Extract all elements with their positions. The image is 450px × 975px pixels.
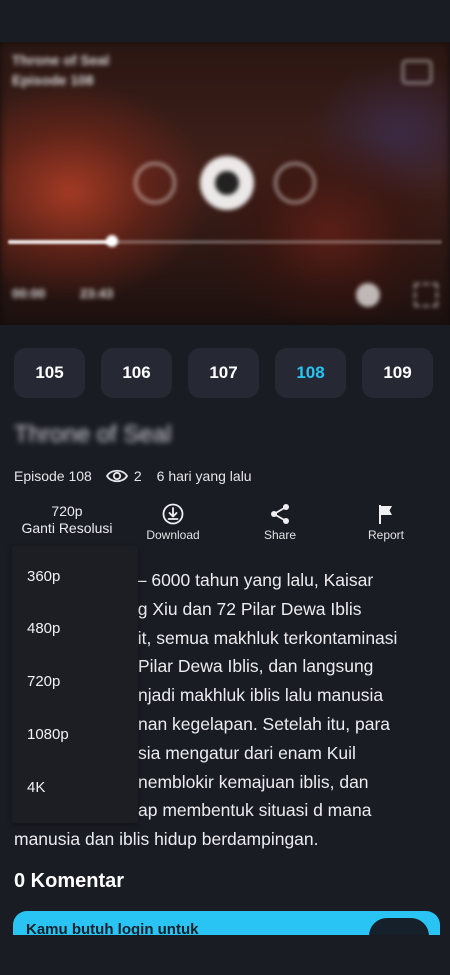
resolution-option-4k[interactable]: 4K [27, 779, 45, 796]
download-button[interactable]: Download [142, 503, 204, 542]
resolution-option-480p[interactable]: 480p [27, 620, 60, 637]
time-ago: 6 hari yang lalu [156, 468, 252, 484]
resolution-option-720p[interactable]: 720p [27, 673, 60, 690]
episode-button-106[interactable]: 106 [101, 348, 172, 398]
episode-button-109[interactable]: 109 [362, 348, 433, 398]
resolution-value: 720p [51, 503, 83, 519]
flag-icon [375, 503, 397, 525]
episode-number: Episode 108 [14, 468, 92, 484]
fullscreen-icon[interactable] [414, 283, 438, 307]
video-player[interactable]: Throne of Seal Episode 108 00:00 23:43 [0, 42, 450, 325]
seek-bar[interactable] [8, 240, 442, 244]
cast-icon[interactable] [402, 60, 432, 84]
status-bar [0, 0, 450, 42]
share-icon [268, 503, 292, 525]
player-episode: Episode 108 [12, 72, 94, 88]
seek-bar-fill [8, 240, 113, 244]
share-label: Share [263, 528, 297, 542]
resolution-option-1080p[interactable]: 1080p [27, 726, 69, 743]
episode-button-107[interactable]: 107 [188, 348, 259, 398]
episode-meta: Episode 108 2 6 hari yang lalu [14, 466, 252, 486]
resolution-button[interactable]: 720p Ganti Resolusi [18, 503, 116, 536]
rewind-icon[interactable] [134, 162, 176, 204]
share-button[interactable]: Share [252, 503, 308, 542]
report-button[interactable]: Report [360, 503, 412, 542]
bottom-navigation-area [0, 935, 450, 975]
time-current: 00:00 [12, 286, 46, 301]
download-label: Download [146, 528, 200, 542]
episode-button-105[interactable]: 105 [14, 348, 85, 398]
anime-title: Throne of Seal [14, 421, 172, 448]
resolution-label: Ganti Resolusi [21, 520, 113, 536]
time-total: 23:43 [80, 286, 114, 301]
resolution-dropdown: 360p 480p 720p 1080p 4K [12, 546, 138, 823]
comments-heading: 0 Komentar [14, 870, 125, 892]
settings-icon[interactable] [356, 283, 380, 307]
resolution-option-360p[interactable]: 360p [27, 568, 60, 585]
episode-selector: 105 106 107 108 109 [14, 348, 434, 398]
synopsis-line: manusia dan iblis hidup berdampingan. [14, 829, 319, 850]
report-label: Report [367, 528, 405, 542]
forward-icon[interactable] [274, 162, 316, 204]
player-title: Throne of Seal [12, 52, 110, 68]
episode-button-108[interactable]: 108 [275, 348, 346, 398]
play-pause-icon[interactable] [200, 156, 254, 210]
download-icon [162, 503, 184, 525]
view-count: 2 [133, 468, 142, 484]
eye-icon [105, 468, 128, 484]
action-bar: 720p Ganti Resolusi Download Share Repor… [0, 503, 450, 547]
